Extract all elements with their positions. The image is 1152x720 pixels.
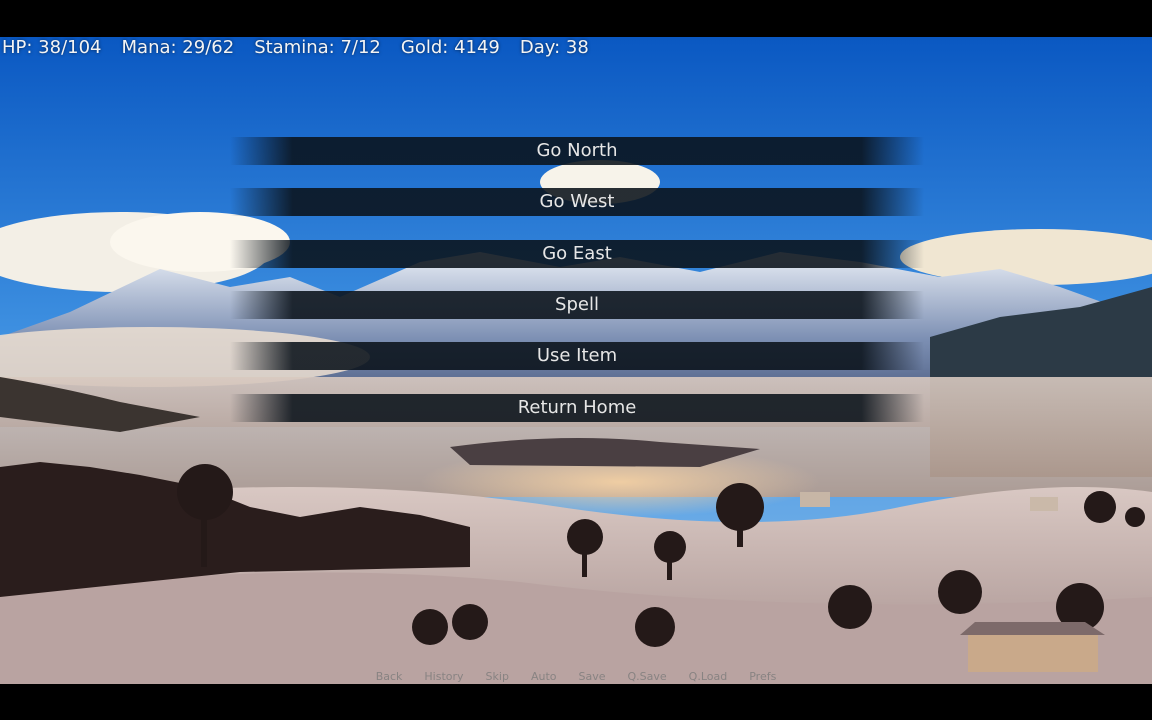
quick-qload-button[interactable]: Q.Load <box>689 668 728 686</box>
quick-skip-button[interactable]: Skip <box>486 668 509 686</box>
quick-history-button[interactable]: History <box>424 668 463 686</box>
quick-auto-button[interactable]: Auto <box>531 668 557 686</box>
quick-qsave-button[interactable]: Q.Save <box>628 668 667 686</box>
gold-stat: Gold: 4149 <box>400 37 500 58</box>
choice-return-home[interactable]: Return Home <box>230 394 924 422</box>
stamina-stat: Stamina: 7/12 <box>254 37 381 58</box>
game-screen: HP: 38/104 Mana: 29/62 Stamina: 7/12 Gol… <box>0 0 1152 720</box>
choice-spell[interactable]: Spell <box>230 291 924 319</box>
choice-go-north[interactable]: Go North <box>230 137 924 165</box>
hp-stat: HP: 38/104 <box>2 37 102 58</box>
quick-save-button[interactable]: Save <box>579 668 606 686</box>
day-stat: Day: 38 <box>519 37 589 58</box>
quick-menu: Back History Skip Auto Save Q.Save Q.Loa… <box>0 668 1152 686</box>
quick-back-button[interactable]: Back <box>376 668 403 686</box>
choice-use-item[interactable]: Use Item <box>230 342 924 370</box>
quick-prefs-button[interactable]: Prefs <box>749 668 776 686</box>
choice-go-east[interactable]: Go East <box>230 240 924 268</box>
mana-stat: Mana: 29/62 <box>121 37 235 58</box>
choice-go-west[interactable]: Go West <box>230 188 924 216</box>
status-bar: HP: 38/104 Mana: 29/62 Stamina: 7/12 Gol… <box>2 36 589 60</box>
